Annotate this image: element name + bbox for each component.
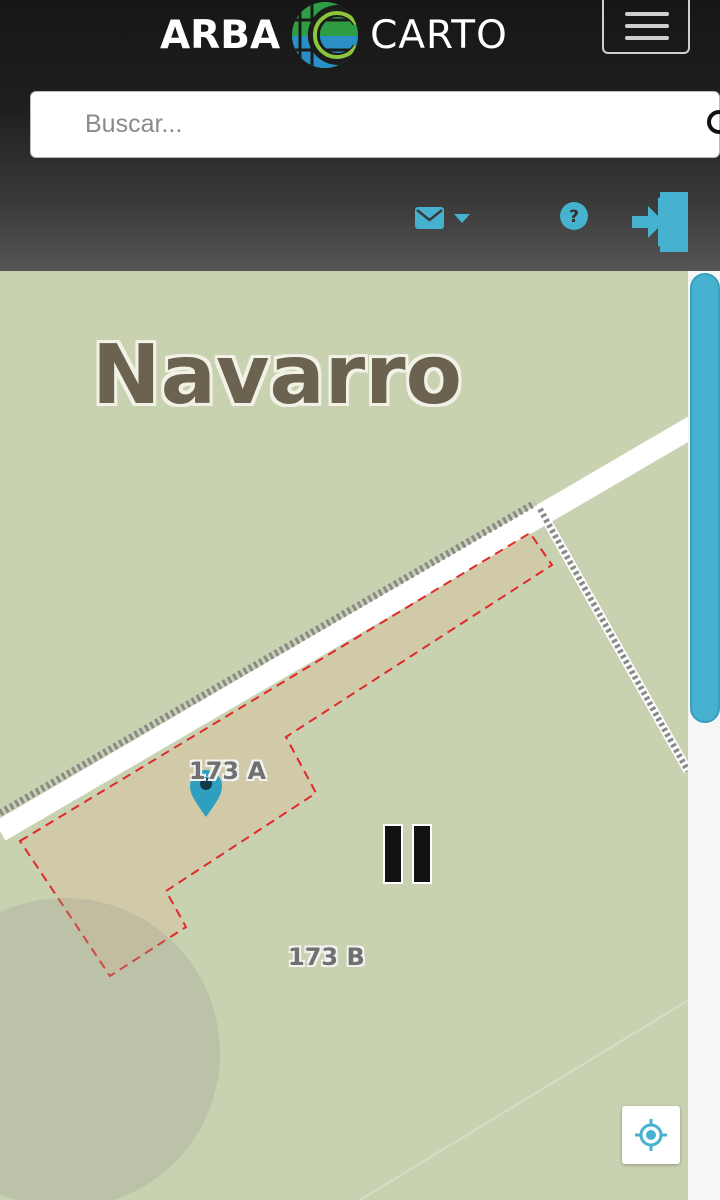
- question-circle-icon[interactable]: ?: [559, 201, 589, 231]
- logo-right-text: CARTO: [370, 12, 508, 58]
- pause-icon: [383, 824, 432, 884]
- search-icon[interactable]: [705, 108, 720, 142]
- menu-toggle-button[interactable]: [602, 0, 690, 54]
- hamburger-menu-icon: [625, 36, 669, 40]
- svg-text:?: ?: [569, 207, 579, 227]
- locate-button[interactable]: [622, 1106, 680, 1164]
- map-canvas[interactable]: Navarro 173 A 173 B: [0, 271, 720, 1200]
- sign-in-door-icon[interactable]: [630, 190, 690, 254]
- arba-globe-logo-icon: [292, 2, 359, 68]
- parcel-label: 173 B: [288, 943, 365, 971]
- search-box: [30, 91, 720, 158]
- scrollbar-thumb[interactable]: [690, 273, 720, 723]
- crosshair-locate-icon: [635, 1119, 667, 1151]
- arba-carto-logo[interactable]: ARBA CARTO: [160, 0, 508, 70]
- hamburger-menu-icon: [625, 24, 669, 28]
- place-label: Navarro: [92, 328, 462, 423]
- envelope-dropdown-icon[interactable]: [414, 205, 474, 231]
- search-input[interactable]: [31, 92, 671, 157]
- logo-left-text: ARBA: [160, 12, 281, 58]
- hamburger-menu-icon: [625, 12, 669, 16]
- app-header: ARBA CARTO Buscar... ?: [0, 0, 720, 271]
- location-accuracy-circle: [0, 898, 220, 1200]
- parcel-label: 173 A: [189, 757, 267, 785]
